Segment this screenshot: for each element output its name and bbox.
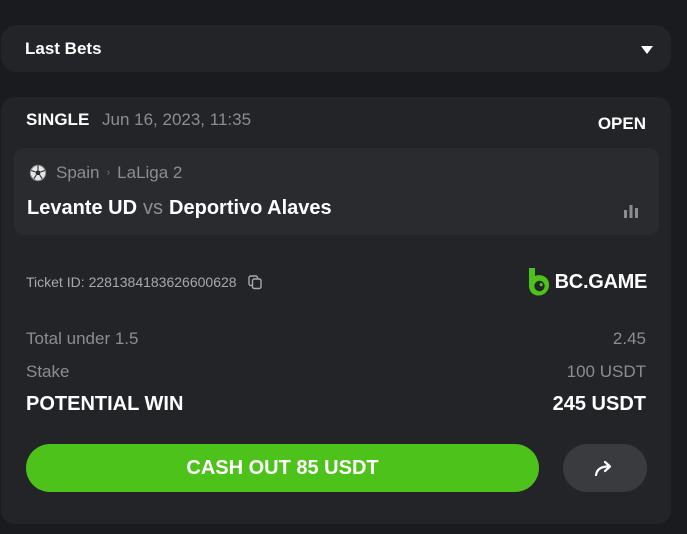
brand: BC.GAME: [527, 267, 647, 297]
home-team: Levante UD: [27, 197, 138, 219]
vs-label: vs: [143, 197, 164, 219]
stake-label: Stake: [26, 362, 70, 381]
selection-label: Total under 1.5: [26, 329, 139, 348]
ticket-id-row: Ticket ID: 2281384183626600628: [26, 274, 263, 290]
country-label: Spain: [56, 163, 100, 182]
potential-win-label: POTENTIAL WIN: [26, 393, 184, 415]
dropdown-title: Last Bets: [25, 38, 102, 58]
share-arrow-icon: [594, 460, 612, 477]
ticket-id-label: Ticket ID:: [26, 274, 85, 290]
match-info[interactable]: Spain › LaLiga 2 Levante UD vs Deportivo…: [14, 148, 659, 235]
chevron-right-icon: ›: [106, 167, 111, 179]
away-team: Deportivo Alaves: [169, 197, 332, 219]
soccer-ball-icon: [29, 164, 47, 182]
bet-type: SINGLE: [26, 110, 90, 129]
potential-win-value: 245 USDT: [552, 393, 646, 415]
teams: Levante UD vs Deportivo Alaves: [27, 197, 332, 220]
bet-status: OPEN: [597, 114, 646, 133]
bc-game-logo: [528, 268, 549, 296]
brand-name: BC.GAME: [554, 270, 648, 293]
league-label: LaLiga 2: [117, 163, 183, 182]
stake-row: Stake 100 USDT: [26, 362, 646, 382]
selection-row: Total under 1.5 2.45: [26, 329, 646, 349]
league-breadcrumb: Spain › LaLiga 2: [29, 163, 182, 183]
ticket-id-value: 2281384183626600628: [88, 274, 237, 290]
stake-value: 100 USDT: [566, 362, 646, 381]
bet-date: Jun 16, 2023, 11:35: [102, 110, 252, 129]
odds-value: 2.45: [612, 329, 646, 348]
share-button[interactable]: [563, 444, 647, 492]
potential-win-row: POTENTIAL WIN 245 USDT: [26, 393, 646, 416]
chevron-down-icon[interactable]: [641, 45, 653, 54]
copy-icon[interactable]: [247, 274, 263, 290]
last-bets-dropdown[interactable]: Last Bets: [1, 25, 671, 72]
bar-chart-icon[interactable]: [623, 203, 639, 219]
cash-out-button[interactable]: CASH OUT 85 USDT: [26, 444, 539, 492]
bet-card: SINGLE Jun 16, 2023, 11:35 OPEN Spain › …: [1, 97, 671, 524]
